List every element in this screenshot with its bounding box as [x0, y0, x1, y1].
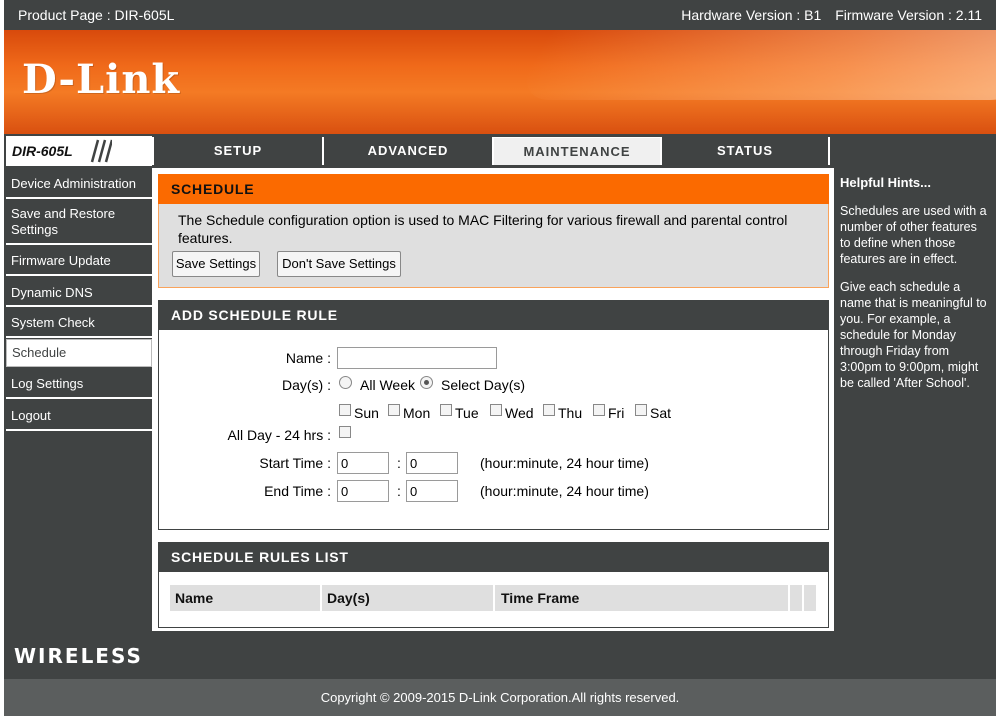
sidebar-item-label: Log Settings [11, 376, 84, 391]
all-day-label: All Day - 24 hrs : [227, 427, 331, 443]
copyright-footer: Copyright © 2009-2015 D-Link Corporation… [4, 679, 996, 716]
sidebar-item-firmware-update[interactable]: Firmware Update [6, 247, 152, 276]
hint-paragraph: Schedules are used with a number of othe… [840, 204, 987, 266]
rules-table-header: Name Day(s) Time Frame [170, 585, 816, 611]
column-name: Name [175, 590, 214, 606]
tab-maintenance[interactable]: MAINTENANCE [494, 137, 660, 165]
day-label-sun: Sun [354, 405, 379, 421]
wireless-bar: WIRELESS [4, 631, 996, 679]
slashes-icon [90, 139, 112, 163]
sidebar-item-label: System Check [11, 315, 95, 330]
day-checkbox-wed[interactable] [490, 404, 502, 416]
schedule-description: The Schedule configuration option is use… [178, 212, 788, 246]
main-content: SCHEDULE The Schedule configuration opti… [152, 168, 834, 631]
all-day-checkbox[interactable] [339, 426, 351, 438]
column-separator [788, 585, 790, 611]
dont-save-settings-button[interactable]: Don't Save Settings [277, 251, 401, 277]
hint-paragraph: Give each schedule a name that is meanin… [840, 280, 987, 390]
model-badge: DIR-605L [6, 136, 152, 166]
start-time-separator: : [397, 455, 401, 471]
helpful-hints-panel: Helpful Hints... Schedules are used with… [834, 168, 996, 631]
end-time-separator: : [397, 483, 401, 499]
top-info-bar: Product Page : DIR-605L Hardware Version… [4, 0, 996, 30]
sidebar-item-device-administration[interactable]: Device Administration [6, 173, 152, 199]
select-days-label: Select Day(s) [441, 377, 526, 393]
column-days: Day(s) [327, 590, 370, 606]
schedule-panel-title: SCHEDULE [158, 174, 829, 204]
sidebar-item-label: Firmware Update [11, 253, 111, 268]
sidebar-item-save-restore[interactable]: Save and Restore Settings [6, 201, 152, 245]
name-label: Name : [285, 350, 331, 366]
sidebar-item-label: Save and Restore Settings [11, 206, 116, 237]
tab-status[interactable]: STATUS [662, 137, 828, 165]
main-nav: DIR-605L SETUP ADVANCED MAINTENANCE STAT… [4, 134, 996, 168]
day-checkbox-fri[interactable] [593, 404, 605, 416]
hints-title: Helpful Hints... [840, 175, 931, 190]
brand-banner: D-Link [4, 30, 996, 134]
column-separator [493, 585, 495, 611]
sidebar-item-system-check[interactable]: System Check [6, 309, 152, 338]
end-time-hint: (hour:minute, 24 hour time) [480, 483, 649, 499]
column-separator [320, 585, 322, 611]
sidebar-item-label: Schedule [12, 345, 67, 360]
column-time-frame: Time Frame [501, 590, 580, 606]
day-label-thu: Thu [558, 405, 583, 421]
day-checkbox-thu[interactable] [543, 404, 555, 416]
day-label-wed: Wed [505, 405, 534, 421]
day-checkbox-sun[interactable] [339, 404, 351, 416]
select-days-radio[interactable] [420, 376, 433, 389]
sidebar-item-logout[interactable]: Logout [6, 401, 152, 431]
tab-setup[interactable]: SETUP [154, 137, 322, 165]
sidebar-item-label: Dynamic DNS [11, 285, 93, 300]
all-week-label: All Week [360, 377, 415, 393]
product-page-label: Product Page : DIR-605L [18, 7, 175, 23]
model-name: DIR-605L [12, 143, 73, 159]
firmware-version: Firmware Version : 2.11 [835, 7, 982, 23]
sidebar-item-label: Logout [11, 408, 51, 423]
rules-list-panel-title: SCHEDULE RULES LIST [158, 542, 829, 572]
nav-separator [828, 137, 830, 165]
rules-list-panel: Name Day(s) Time Frame [158, 572, 829, 628]
day-label-sat: Sat [650, 405, 672, 421]
start-time-hint: (hour:minute, 24 hour time) [480, 455, 649, 471]
all-week-radio[interactable] [339, 376, 352, 389]
end-minute-input[interactable] [406, 480, 458, 502]
sidebar-item-schedule[interactable]: Schedule [6, 339, 152, 367]
column-separator [802, 585, 804, 611]
schedule-panel: The Schedule configuration option is use… [158, 204, 829, 288]
start-minute-input[interactable] [406, 452, 458, 474]
day-label-tue: Tue [455, 405, 479, 421]
sidebar-item-dynamic-dns[interactable]: Dynamic DNS [6, 278, 152, 307]
banner-swoosh [510, 30, 996, 100]
day-label-mon: Mon [403, 405, 431, 421]
save-settings-button[interactable]: Save Settings [172, 251, 260, 277]
version-info: Hardware Version : B1 Firmware Version :… [671, 7, 982, 23]
day-label-fri: Fri [608, 405, 625, 421]
day-checkbox-mon[interactable] [388, 404, 400, 416]
day-checkbox-sat[interactable] [635, 404, 647, 416]
sidebar-item-log-settings[interactable]: Log Settings [6, 369, 152, 399]
hardware-version: Hardware Version : B1 [681, 7, 822, 23]
dlink-logo: D-Link [22, 56, 181, 103]
days-label: Day(s) : [282, 377, 331, 393]
end-hour-input[interactable] [337, 480, 389, 502]
add-rule-panel-title: ADD SCHEDULE RULE [158, 300, 829, 330]
start-time-label: Start Time : [259, 455, 331, 471]
start-hour-input[interactable] [337, 452, 389, 474]
sidebar: Device Administration Save and Restore S… [4, 168, 152, 631]
wireless-logo: WIRELESS [14, 644, 143, 668]
day-checkbox-tue[interactable] [440, 404, 452, 416]
sidebar-item-label: Device Administration [11, 176, 136, 191]
schedule-name-input[interactable] [337, 347, 497, 369]
tab-advanced[interactable]: ADVANCED [324, 137, 492, 165]
add-rule-panel: Name : Day(s) : All Week Select Day(s) S… [158, 330, 829, 530]
end-time-label: End Time : [264, 483, 331, 499]
